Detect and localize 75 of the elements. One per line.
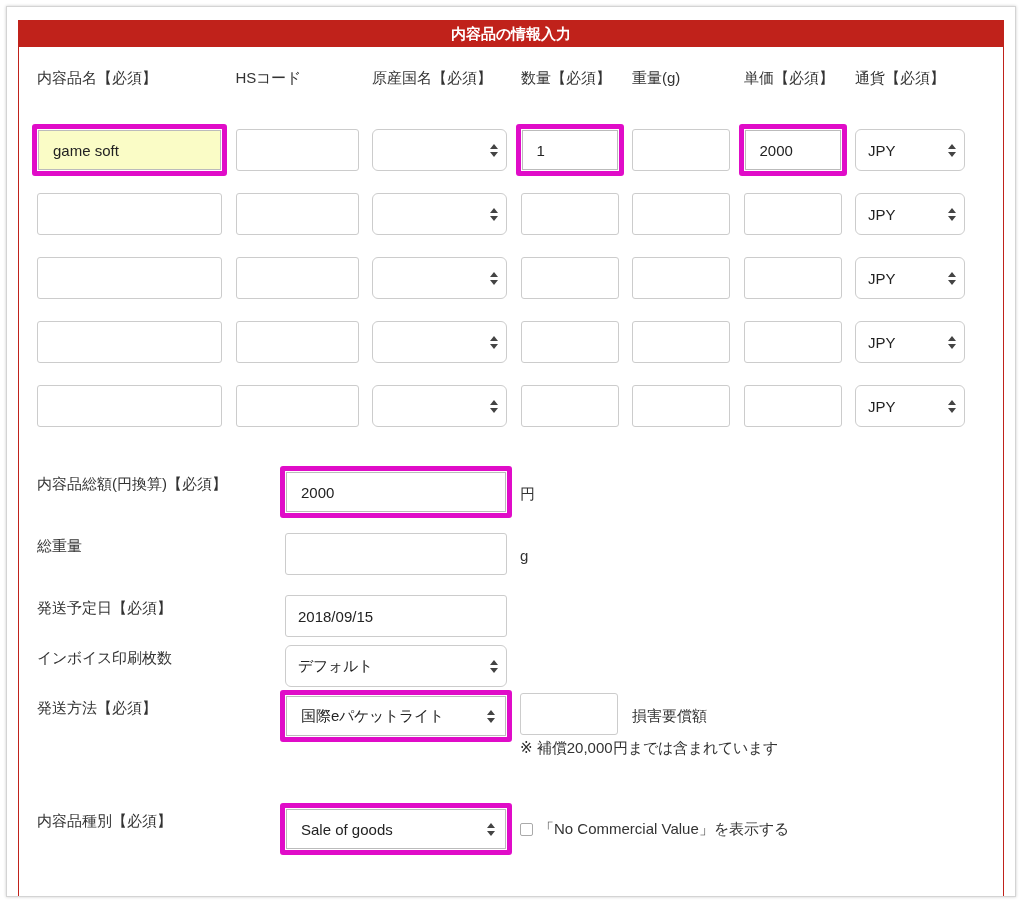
input-field[interactable] <box>285 533 507 575</box>
input-field[interactable] <box>520 693 618 735</box>
input-field[interactable] <box>37 193 222 235</box>
select-field[interactable] <box>372 385 507 427</box>
column-label: 原産国名【必須】 <box>372 68 492 88</box>
field-label: 内容品総額(円換算)【必須】 <box>37 474 227 494</box>
input-field[interactable] <box>743 385 842 427</box>
field-label: インボイス印刷枚数 <box>37 648 172 668</box>
panel-title: 内容品の情報入力 <box>19 21 1003 47</box>
updown-arrows-icon <box>490 271 498 285</box>
select-field[interactable]: デフォルト <box>285 645 507 687</box>
updown-arrows-icon <box>948 143 956 157</box>
column-label: 通貨【必須】 <box>855 68 945 88</box>
input-field[interactable] <box>632 321 730 363</box>
select-field[interactable] <box>372 193 507 235</box>
select-field[interactable] <box>372 129 507 171</box>
column-label: 内容品名【必須】 <box>37 68 157 88</box>
input-field[interactable] <box>743 321 842 363</box>
input-field[interactable] <box>520 257 619 299</box>
select-field[interactable]: JPY <box>855 193 965 235</box>
input-field[interactable] <box>235 385 359 427</box>
input-field[interactable] <box>37 385 222 427</box>
updown-arrows-icon <box>948 207 956 221</box>
column-label: HSコード <box>235 68 302 88</box>
field-label: 発送方法【必須】 <box>37 698 157 718</box>
input-field[interactable] <box>632 257 730 299</box>
input-field[interactable] <box>632 129 730 171</box>
checkbox[interactable] <box>520 822 533 836</box>
updown-arrows-icon <box>948 271 956 285</box>
select-field[interactable]: Sale of goods <box>280 803 512 855</box>
input-field[interactable] <box>743 257 842 299</box>
input-field[interactable]: 2000 <box>738 124 847 176</box>
select-field[interactable]: 国際eパケットライト <box>280 690 512 742</box>
input-field[interactable] <box>520 321 619 363</box>
updown-arrows-icon <box>948 399 956 413</box>
field-label: 損害要償額 <box>632 706 707 726</box>
input-field[interactable] <box>235 257 359 299</box>
input-field[interactable]: 2000 <box>280 466 512 518</box>
input-field[interactable] <box>235 193 359 235</box>
select-field[interactable] <box>372 257 507 299</box>
unit-label: g <box>519 546 529 564</box>
input-field[interactable] <box>235 321 359 363</box>
updown-arrows-icon <box>490 207 498 221</box>
unit-label: 円 <box>519 484 535 504</box>
input-field[interactable] <box>632 193 730 235</box>
select-field[interactable]: JPY <box>855 321 965 363</box>
field-label: 総重量 <box>37 536 82 556</box>
column-label: 重量(g) <box>632 68 681 88</box>
input-field[interactable] <box>235 129 359 171</box>
select-field[interactable]: JPY <box>855 257 965 299</box>
updown-arrows-icon <box>490 659 498 673</box>
field-label: 内容品種別【必須】 <box>37 811 172 831</box>
field-label: 発送予定日【必須】 <box>37 598 172 618</box>
select-field[interactable] <box>372 321 507 363</box>
updown-arrows-icon <box>487 822 495 836</box>
checkbox-label: 「No Commercial Value」を表示する <box>539 819 789 839</box>
column-label: 数量【必須】 <box>520 68 611 88</box>
input-field[interactable] <box>743 193 842 235</box>
select-field[interactable]: JPY <box>855 385 965 427</box>
input-field[interactable]: 2018/09/15 <box>285 595 507 637</box>
updown-arrows-icon <box>490 143 498 157</box>
updown-arrows-icon <box>487 709 495 723</box>
input-field[interactable] <box>520 193 619 235</box>
select-field[interactable]: JPY <box>855 129 965 171</box>
input-field[interactable] <box>520 385 619 427</box>
updown-arrows-icon <box>948 335 956 349</box>
updown-arrows-icon <box>490 335 498 349</box>
input-field[interactable] <box>632 385 730 427</box>
input-field[interactable] <box>37 321 222 363</box>
updown-arrows-icon <box>490 399 498 413</box>
input-field[interactable] <box>37 257 222 299</box>
input-field[interactable]: game soft <box>32 124 227 176</box>
note-text: ※ 補償20,000円までは含まれています <box>520 739 778 758</box>
input-field[interactable]: 1 <box>515 124 624 176</box>
column-label: 単価【必須】 <box>743 68 834 88</box>
